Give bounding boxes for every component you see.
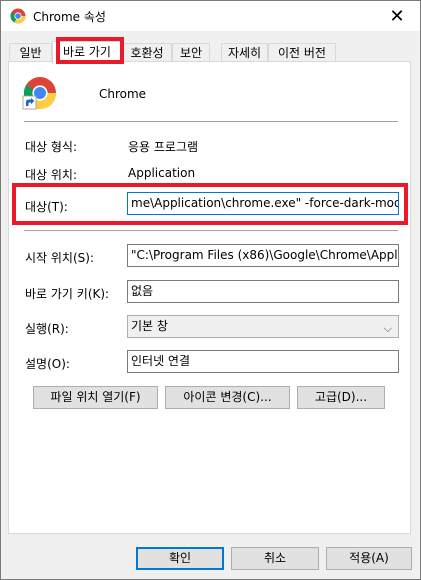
open-file-location-button[interactable]: 파일 위치 열기(F) bbox=[33, 386, 158, 409]
target-type-value: 응용 프로그램 bbox=[128, 140, 199, 154]
close-button[interactable]: ✕ bbox=[374, 1, 420, 31]
tab-shortcut[interactable]: 바로 가기 bbox=[52, 41, 122, 64]
tab-previous-versions[interactable]: 이전 버전 bbox=[268, 43, 336, 61]
close-icon: ✕ bbox=[389, 5, 405, 27]
chrome-shortcut-icon bbox=[22, 77, 57, 110]
tab-details[interactable]: 자세히 bbox=[221, 43, 268, 61]
run-label: 실행(R): bbox=[25, 322, 69, 336]
shortcut-key-input[interactable]: 없음 bbox=[127, 280, 399, 303]
chrome-icon bbox=[10, 8, 26, 24]
change-icon-button[interactable]: 아이콘 변경(C)... bbox=[165, 386, 290, 409]
chevron-down-icon: ⌵ bbox=[383, 322, 392, 335]
ok-button[interactable]: 확인 bbox=[136, 547, 224, 570]
shortcut-panel: Chrome 대상 형식: 응용 프로그램 대상 위치: Application… bbox=[8, 61, 411, 534]
apply-button[interactable]: 적용(A) bbox=[326, 547, 412, 570]
app-name: Chrome bbox=[99, 87, 147, 101]
window-title: Chrome 속성 bbox=[33, 10, 106, 24]
start-in-input[interactable]: "C:\Program Files (x86)\Google\Chrome\Ap… bbox=[127, 244, 399, 267]
tab-strip: 일반 바로 가기 호환성 보안 자세히 이전 버전 bbox=[9, 41, 413, 64]
target-label: 대상(T): bbox=[25, 200, 68, 214]
title-bar: Chrome 속성 ✕ bbox=[1, 1, 420, 31]
target-location-label: 대상 위치: bbox=[25, 168, 78, 182]
divider bbox=[24, 230, 398, 231]
tab-compatibility[interactable]: 호환성 bbox=[122, 43, 172, 61]
shortcut-key-label: 바로 가기 키(K): bbox=[25, 287, 110, 301]
divider bbox=[24, 121, 398, 122]
comment-input[interactable]: 인터넷 연결 bbox=[127, 350, 399, 373]
target-type-label: 대상 형식: bbox=[25, 140, 78, 154]
start-in-label: 시작 위치(S): bbox=[25, 251, 94, 265]
run-select-value: 기본 창 bbox=[131, 319, 168, 333]
tab-security[interactable]: 보안 bbox=[172, 43, 210, 61]
comment-label: 설명(O): bbox=[25, 357, 70, 371]
target-location-value: Application bbox=[128, 166, 196, 180]
run-select[interactable]: 기본 창 ⌵ bbox=[127, 315, 399, 338]
target-input[interactable]: me\Application\chrome.exe" -force-dark-m… bbox=[127, 192, 399, 215]
cancel-button[interactable]: 취소 bbox=[231, 547, 319, 570]
tab-general[interactable]: 일반 bbox=[9, 43, 52, 61]
advanced-button[interactable]: 고급(D)... bbox=[297, 386, 385, 409]
